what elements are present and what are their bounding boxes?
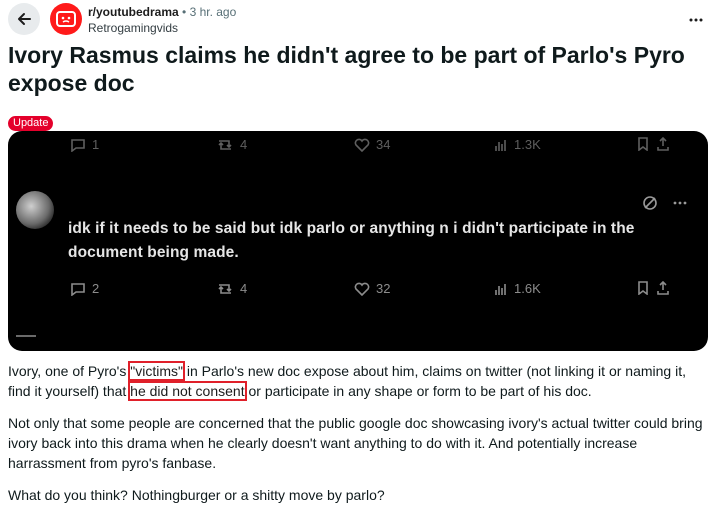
arrow-left-icon bbox=[18, 13, 31, 25]
more-dots-icon bbox=[689, 18, 703, 22]
post-title: Ivory Rasmus claims he didn't agree to b… bbox=[8, 42, 685, 96]
tweet-more-icon bbox=[673, 201, 687, 205]
reply-icon bbox=[71, 138, 85, 152]
bookmark-icon bbox=[638, 281, 648, 295]
bottom-action-row: 2 4 32 1.6K bbox=[8, 281, 708, 311]
body-text: or participate in any shape or form to b… bbox=[244, 383, 592, 399]
body-paragraph-1: Ivory, one of Pyro's "victims" in Parlo'… bbox=[8, 361, 712, 401]
reply-count: 2 bbox=[92, 281, 100, 296]
top-repost-action: 4 bbox=[216, 137, 247, 152]
back-button[interactable] bbox=[8, 3, 40, 35]
tweet-text: idk if it needs to be said but idk parlo… bbox=[68, 220, 635, 261]
views-icon bbox=[495, 283, 506, 295]
meta-separator: • bbox=[182, 5, 187, 19]
post-body: Ivory, one of Pyro's "victims" in Parlo'… bbox=[8, 361, 712, 517]
subreddit-link[interactable]: r/youtubedrama bbox=[88, 5, 179, 19]
bookmark-share bbox=[636, 281, 670, 295]
subreddit-avatar[interactable] bbox=[50, 3, 82, 35]
like-action: 32 bbox=[354, 281, 390, 296]
share-icon bbox=[657, 137, 669, 151]
top-bookmark-share bbox=[636, 137, 670, 151]
highlight-consent: he did not consent bbox=[128, 381, 247, 401]
top-reply-count: 1 bbox=[92, 137, 100, 152]
flair-badge[interactable]: Update bbox=[8, 116, 54, 131]
repost-count: 4 bbox=[240, 281, 248, 296]
top-action-row: 1 4 34 1.3K bbox=[8, 137, 708, 167]
more-options-button[interactable] bbox=[686, 10, 706, 30]
post-image[interactable]: 1 4 34 1.3K idk if it needs to be said b… bbox=[8, 131, 708, 351]
tweet-divider bbox=[16, 335, 36, 337]
views-action: 1.6K bbox=[494, 281, 541, 296]
top-repost-count: 4 bbox=[240, 137, 248, 152]
highlight-victims: "victims" bbox=[128, 361, 185, 381]
top-like-action: 34 bbox=[354, 137, 390, 152]
views-count: 1.6K bbox=[514, 281, 541, 296]
repost-icon bbox=[218, 283, 232, 294]
heart-icon bbox=[354, 138, 370, 152]
tweet-avatar bbox=[16, 191, 54, 229]
body-paragraph-2: Not only that some people are concerned … bbox=[8, 415, 703, 471]
repost-action: 4 bbox=[216, 281, 247, 296]
heart-icon bbox=[354, 282, 370, 296]
views-icon bbox=[495, 139, 506, 151]
body-paragraph-3: What do you think? Nothingburger or a sh… bbox=[8, 487, 385, 503]
youtube-tv-icon bbox=[56, 11, 76, 27]
post-time: 3 hr. ago bbox=[189, 5, 237, 19]
reply-action: 2 bbox=[70, 281, 99, 296]
top-like-count: 34 bbox=[376, 137, 391, 152]
top-views-count: 1.3K bbox=[514, 137, 541, 152]
top-reply-action: 1 bbox=[70, 137, 99, 152]
top-views-action: 1.3K bbox=[494, 137, 541, 152]
like-count: 32 bbox=[376, 281, 391, 296]
body-text: Ivory, one of Pyro's bbox=[8, 363, 131, 379]
post-header: r/youtubedrama • 3 hr. ago Retrogamingvi… bbox=[0, 0, 720, 40]
tweet-tools bbox=[642, 195, 688, 211]
post-meta: r/youtubedrama • 3 hr. ago Retrogamingvi… bbox=[88, 4, 236, 36]
reply-icon bbox=[71, 282, 85, 296]
repost-icon bbox=[218, 139, 232, 150]
author-link[interactable]: Retrogamingvids bbox=[88, 20, 236, 36]
bookmark-icon bbox=[638, 137, 648, 151]
grok-icon bbox=[643, 196, 657, 210]
share-icon bbox=[657, 281, 669, 295]
